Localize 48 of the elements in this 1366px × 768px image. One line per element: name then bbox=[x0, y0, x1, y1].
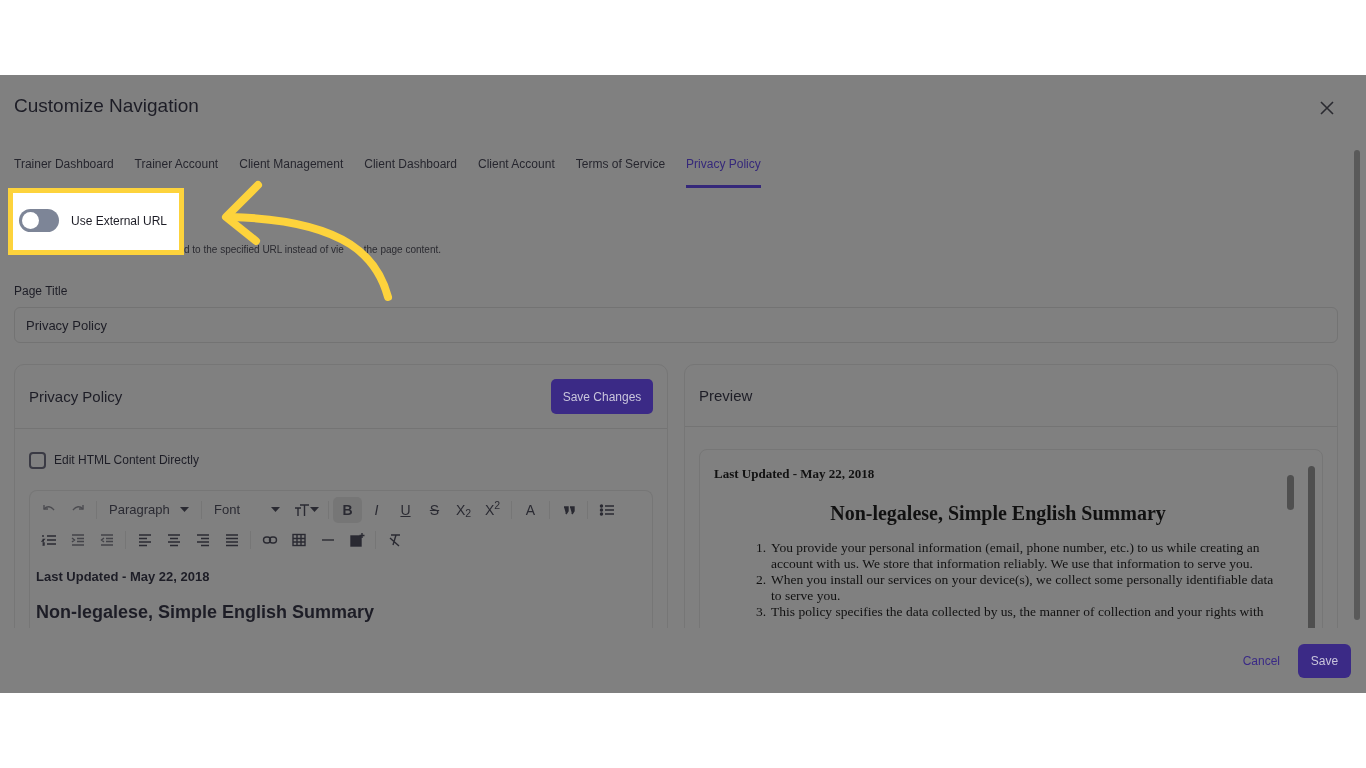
format-button[interactable]: I bbox=[362, 497, 391, 523]
card-title: Privacy Policy bbox=[29, 387, 123, 406]
caret-icon bbox=[271, 507, 280, 513]
list-number: 1. bbox=[754, 539, 766, 557]
caret-icon bbox=[309, 507, 319, 513]
content-heading: Non-legalese, Simple English Summary bbox=[36, 600, 376, 623]
save-button[interactable]: Save bbox=[1298, 643, 1351, 678]
format-button[interactable]: X$_{2}$ bbox=[449, 497, 478, 523]
close-icon[interactable] bbox=[1320, 101, 1334, 115]
tab[interactable]: Privacy Policy bbox=[686, 155, 761, 188]
hint-text: d to the specified URL instead of vie bbox=[184, 244, 344, 256]
preview-text: Last Updated - May 22, 2018 bbox=[714, 465, 876, 483]
list-number: 3. bbox=[754, 603, 766, 620]
toggle-switch[interactable] bbox=[19, 209, 59, 232]
format-button[interactable]: B bbox=[333, 497, 362, 523]
toggle-label: Use External URL bbox=[71, 212, 168, 230]
page-title-field[interactable]: Privacy Policy bbox=[14, 307, 1338, 343]
tab[interactable]: Trainer Account bbox=[134, 155, 219, 188]
scrollbar[interactable] bbox=[1354, 150, 1360, 620]
dialog-title: Customize Navigation bbox=[14, 94, 199, 118]
hint-text: the page content. bbox=[363, 244, 442, 256]
field-label: Page Title bbox=[14, 283, 69, 300]
checkbox-label: Edit HTML Content Directly bbox=[54, 452, 199, 469]
format-button[interactable]: S bbox=[420, 497, 449, 523]
tab[interactable]: Client Management bbox=[239, 155, 344, 188]
cancel-button[interactable]: Cancel bbox=[1236, 650, 1286, 671]
font-dropdown[interactable]: Font bbox=[206, 500, 288, 520]
content-text: Last Updated - May 22, 2018 bbox=[36, 568, 211, 586]
block-format-dropdown[interactable]: Paragraph bbox=[101, 500, 197, 520]
scrollbar[interactable] bbox=[1308, 466, 1315, 628]
format-button[interactable]: U bbox=[391, 497, 420, 523]
format-button[interactable]: X$^{2}$ bbox=[478, 497, 507, 523]
save-changes-button[interactable]: Save Changes bbox=[551, 379, 653, 414]
format-button[interactable]: A bbox=[516, 497, 545, 523]
list-item: When you install our services on your device(s), we collect some personally identifiable data to serve you. bbox=[771, 571, 1275, 604]
tab[interactable]: Client Dashboard bbox=[364, 155, 457, 188]
scrollbar[interactable] bbox=[1287, 475, 1294, 510]
list-number: 2. bbox=[754, 571, 766, 589]
tab[interactable]: Terms of Service bbox=[575, 155, 666, 188]
text-size-icon bbox=[293, 502, 310, 518]
tab[interactable]: Client Account bbox=[478, 155, 555, 188]
list-item: You provide your personal information (email, phone number, etc.) to us while creating an account with us. We store that information reliably. We use that information to serve you. bbox=[771, 539, 1261, 572]
checkbox[interactable] bbox=[29, 451, 46, 469]
preview-heading: Non-legalese, Simple English Summary bbox=[829, 500, 1167, 527]
list-item: This policy specifies the data collected by us, the manner of collection and your rights with bbox=[771, 603, 1264, 620]
caret-icon bbox=[180, 507, 189, 513]
card-title: Preview bbox=[699, 386, 753, 405]
tab[interactable]: Trainer Dashboard bbox=[14, 155, 114, 188]
